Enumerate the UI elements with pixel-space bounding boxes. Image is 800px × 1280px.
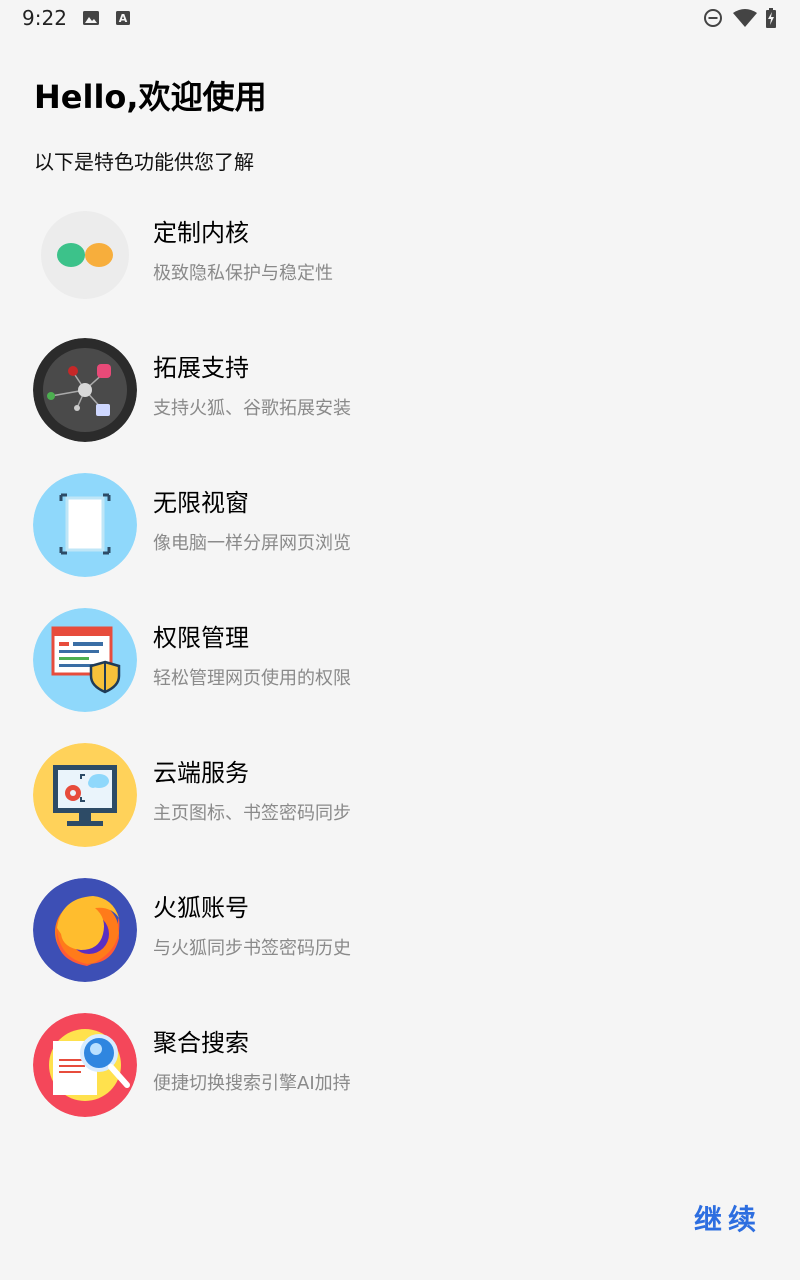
feature-title: 火狐账号	[153, 894, 249, 922]
feature-item-cloud-service[interactable]: 云端服务 主页图标、书签密码同步	[0, 743, 800, 853]
feature-title: 拓展支持	[153, 354, 249, 382]
page-subtitle: 以下是特色功能供您了解	[34, 150, 254, 174]
search-document-icon	[33, 1013, 137, 1117]
wifi-icon	[733, 9, 757, 27]
feature-desc: 像电脑一样分屏网页浏览	[153, 533, 351, 554]
battery-charging-icon	[766, 8, 776, 28]
status-bar: 9:22 A	[0, 0, 800, 36]
feature-desc: 极致隐私保护与稳定性	[153, 263, 333, 284]
feature-item-permission-management[interactable]: 权限管理 轻松管理网页使用的权限	[0, 608, 800, 718]
feature-item-custom-kernel[interactable]: 定制内核 极致隐私保护与稳定性	[0, 203, 800, 313]
window-frame-icon	[33, 473, 137, 577]
feature-title: 权限管理	[153, 624, 249, 652]
feature-item-aggregated-search[interactable]: 聚合搜索 便捷切换搜索引擎AI加持	[0, 1013, 800, 1123]
feature-item-infinite-window[interactable]: 无限视窗 像电脑一样分屏网页浏览	[0, 473, 800, 583]
feature-item-extension-support[interactable]: 拓展支持 支持火狐、谷歌拓展安装	[0, 338, 800, 448]
extension-network-icon	[33, 338, 137, 442]
custom-kernel-icon	[33, 203, 137, 307]
feature-title: 云端服务	[153, 759, 249, 787]
feature-desc: 主页图标、书签密码同步	[153, 803, 351, 824]
feature-title: 无限视窗	[153, 489, 249, 517]
feature-title: 聚合搜索	[153, 1029, 249, 1057]
feature-title: 定制内核	[153, 219, 249, 247]
continue-button[interactable]: 继续	[694, 1198, 762, 1238]
svg-text:A: A	[119, 12, 128, 25]
feature-desc: 与火狐同步书签密码历史	[153, 938, 351, 959]
permission-shield-icon	[33, 608, 137, 712]
page-title: Hello,欢迎使用	[34, 78, 267, 116]
do-not-disturb-icon	[704, 9, 722, 27]
image-icon	[83, 11, 99, 25]
firefox-icon	[33, 878, 137, 982]
feature-desc: 便捷切换搜索引擎AI加持	[153, 1073, 351, 1094]
feature-desc: 轻松管理网页使用的权限	[153, 668, 351, 689]
feature-desc: 支持火狐、谷歌拓展安装	[153, 398, 351, 419]
cloud-monitor-icon	[33, 743, 137, 847]
a-box-icon: A	[116, 11, 130, 25]
feature-item-firefox-account[interactable]: 火狐账号 与火狐同步书签密码历史	[0, 878, 800, 988]
status-time: 9:22	[22, 6, 67, 30]
